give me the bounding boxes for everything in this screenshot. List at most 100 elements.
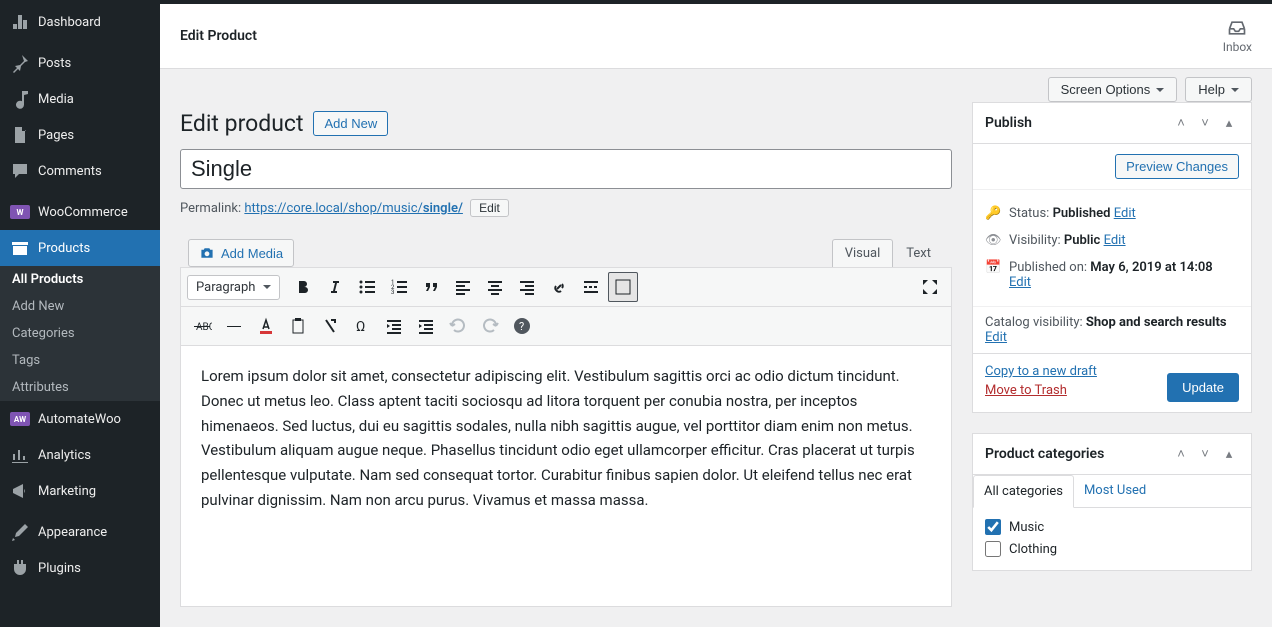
- sidebar-item-plugins[interactable]: Plugins: [0, 550, 160, 586]
- numbered-list-button[interactable]: 123: [384, 272, 414, 302]
- add-media-button[interactable]: Add Media: [188, 239, 294, 267]
- editor-mode-tabs: Visual Text: [832, 239, 944, 267]
- box-toggle-icon[interactable]: ▴: [1219, 444, 1239, 464]
- media-icon: [10, 89, 30, 109]
- subitem-all-products[interactable]: All Products: [0, 266, 160, 293]
- help-icon-button[interactable]: ?: [507, 311, 537, 341]
- paste-text-button[interactable]: [283, 311, 313, 341]
- subitem-categories[interactable]: Categories: [0, 320, 160, 347]
- page-header-title: Edit Product: [180, 28, 257, 44]
- edit-date-link[interactable]: Edit: [1009, 275, 1031, 290]
- automatewoo-icon: AW: [10, 409, 30, 429]
- editor-body[interactable]: Lorem ipsum dolor sit amet, consectetur …: [181, 346, 951, 606]
- subitem-attributes[interactable]: Attributes: [0, 374, 160, 401]
- permalink-edit-button[interactable]: Edit: [470, 199, 509, 217]
- toolbar-toggle-button[interactable]: [608, 272, 638, 302]
- chevron-down-icon: [1231, 88, 1239, 96]
- published-row: 📅 Published on: May 6, 2019 at 14:08Edit: [985, 254, 1239, 296]
- box-up-icon[interactable]: ˄: [1171, 113, 1191, 133]
- fullscreen-button[interactable]: [915, 272, 945, 302]
- special-char-button[interactable]: Ω: [347, 311, 377, 341]
- plugin-icon: [10, 558, 30, 578]
- sidebar-item-automatewoo[interactable]: AW AutomateWoo: [0, 401, 160, 437]
- align-right-button[interactable]: [512, 272, 542, 302]
- admin-sidebar: Dashboard Posts Media Pages Comments W W…: [0, 4, 160, 627]
- box-down-icon[interactable]: ˅: [1195, 113, 1215, 133]
- add-new-button[interactable]: Add New: [313, 111, 388, 136]
- redo-button[interactable]: [475, 311, 505, 341]
- move-trash-link[interactable]: Move to Trash: [985, 383, 1097, 398]
- subitem-tags[interactable]: Tags: [0, 347, 160, 374]
- sidebar-label: Analytics: [38, 448, 91, 463]
- outdent-button[interactable]: [379, 311, 409, 341]
- align-center-button[interactable]: [480, 272, 510, 302]
- update-button[interactable]: Update: [1167, 373, 1239, 402]
- sidebar-item-pages[interactable]: Pages: [0, 117, 160, 153]
- undo-button[interactable]: [443, 311, 473, 341]
- product-title-input[interactable]: [180, 149, 952, 189]
- svg-text:Ω: Ω: [356, 319, 365, 335]
- box-down-icon[interactable]: ˅: [1195, 444, 1215, 464]
- bullet-list-button[interactable]: [352, 272, 382, 302]
- help-button[interactable]: Help: [1185, 77, 1252, 102]
- catalog-visibility-row: Catalog visibility: Shop and search resu…: [973, 306, 1251, 353]
- sidebar-label: Products: [38, 241, 90, 256]
- link-button[interactable]: [544, 272, 574, 302]
- products-icon: [10, 238, 30, 258]
- svg-text:3: 3: [391, 289, 394, 296]
- chevron-down-icon: [1156, 88, 1164, 96]
- inbox-label: Inbox: [1223, 40, 1252, 54]
- edit-visibility-link[interactable]: Edit: [1104, 233, 1126, 248]
- preview-changes-button[interactable]: Preview Changes: [1115, 154, 1239, 179]
- edit-status-link[interactable]: Edit: [1114, 206, 1136, 221]
- sidebar-label: Dashboard: [38, 15, 101, 30]
- sidebar-item-appearance[interactable]: Appearance: [0, 514, 160, 550]
- publish-box-title: Publish: [985, 115, 1032, 131]
- product-categories-title: Product categories: [985, 446, 1104, 462]
- category-item[interactable]: Music: [985, 516, 1239, 538]
- box-toggle-icon[interactable]: ▴: [1219, 113, 1239, 133]
- copy-draft-link[interactable]: Copy to a new draft: [985, 364, 1097, 379]
- subitem-add-new[interactable]: Add New: [0, 293, 160, 320]
- inbox-button[interactable]: Inbox: [1223, 18, 1252, 54]
- camera-icon: [199, 245, 215, 261]
- sidebar-item-dashboard[interactable]: Dashboard: [0, 4, 160, 40]
- blockquote-button[interactable]: [416, 272, 446, 302]
- page-icon: [10, 125, 30, 145]
- align-left-button[interactable]: [448, 272, 478, 302]
- tab-text[interactable]: Text: [893, 239, 944, 267]
- clear-format-button[interactable]: [315, 311, 345, 341]
- sidebar-item-marketing[interactable]: Marketing: [0, 473, 160, 509]
- category-checkbox[interactable]: [985, 519, 1001, 535]
- strike-button[interactable]: ABC: [187, 311, 217, 341]
- page-header-bar: Edit Product Inbox: [160, 4, 1272, 69]
- hr-button[interactable]: [219, 311, 249, 341]
- sidebar-item-media[interactable]: Media: [0, 81, 160, 117]
- sidebar-item-analytics[interactable]: Analytics: [0, 437, 160, 473]
- format-select[interactable]: Paragraph: [187, 275, 280, 300]
- text-color-button[interactable]: [251, 311, 281, 341]
- sidebar-submenu: All Products Add New Categories Tags Att…: [0, 266, 160, 401]
- category-item[interactable]: Clothing: [985, 538, 1239, 560]
- box-up-icon[interactable]: ˄: [1171, 444, 1191, 464]
- screen-options-button[interactable]: Screen Options: [1048, 77, 1178, 102]
- tab-all-categories[interactable]: All categories: [973, 475, 1074, 508]
- permalink-link[interactable]: https://core.local/shop/music/single/: [244, 201, 463, 216]
- italic-button[interactable]: [320, 272, 350, 302]
- tab-most-used[interactable]: Most Used: [1074, 475, 1156, 507]
- visibility-row: 👁 Visibility: Public Edit: [985, 227, 1239, 254]
- category-checkbox[interactable]: [985, 541, 1001, 557]
- indent-button[interactable]: [411, 311, 441, 341]
- permalink-row: Permalink: https://core.local/shop/music…: [180, 199, 952, 217]
- sidebar-item-woocommerce[interactable]: W WooCommerce: [0, 194, 160, 230]
- read-more-button[interactable]: [576, 272, 606, 302]
- sidebar-label: Plugins: [38, 561, 81, 576]
- sidebar-item-comments[interactable]: Comments: [0, 153, 160, 189]
- bold-button[interactable]: [288, 272, 318, 302]
- megaphone-icon: [10, 481, 30, 501]
- permalink-label: Permalink:: [180, 201, 241, 216]
- tab-visual[interactable]: Visual: [832, 239, 894, 267]
- edit-catalog-link[interactable]: Edit: [985, 330, 1007, 345]
- sidebar-item-products[interactable]: Products: [0, 230, 160, 266]
- sidebar-item-posts[interactable]: Posts: [0, 45, 160, 81]
